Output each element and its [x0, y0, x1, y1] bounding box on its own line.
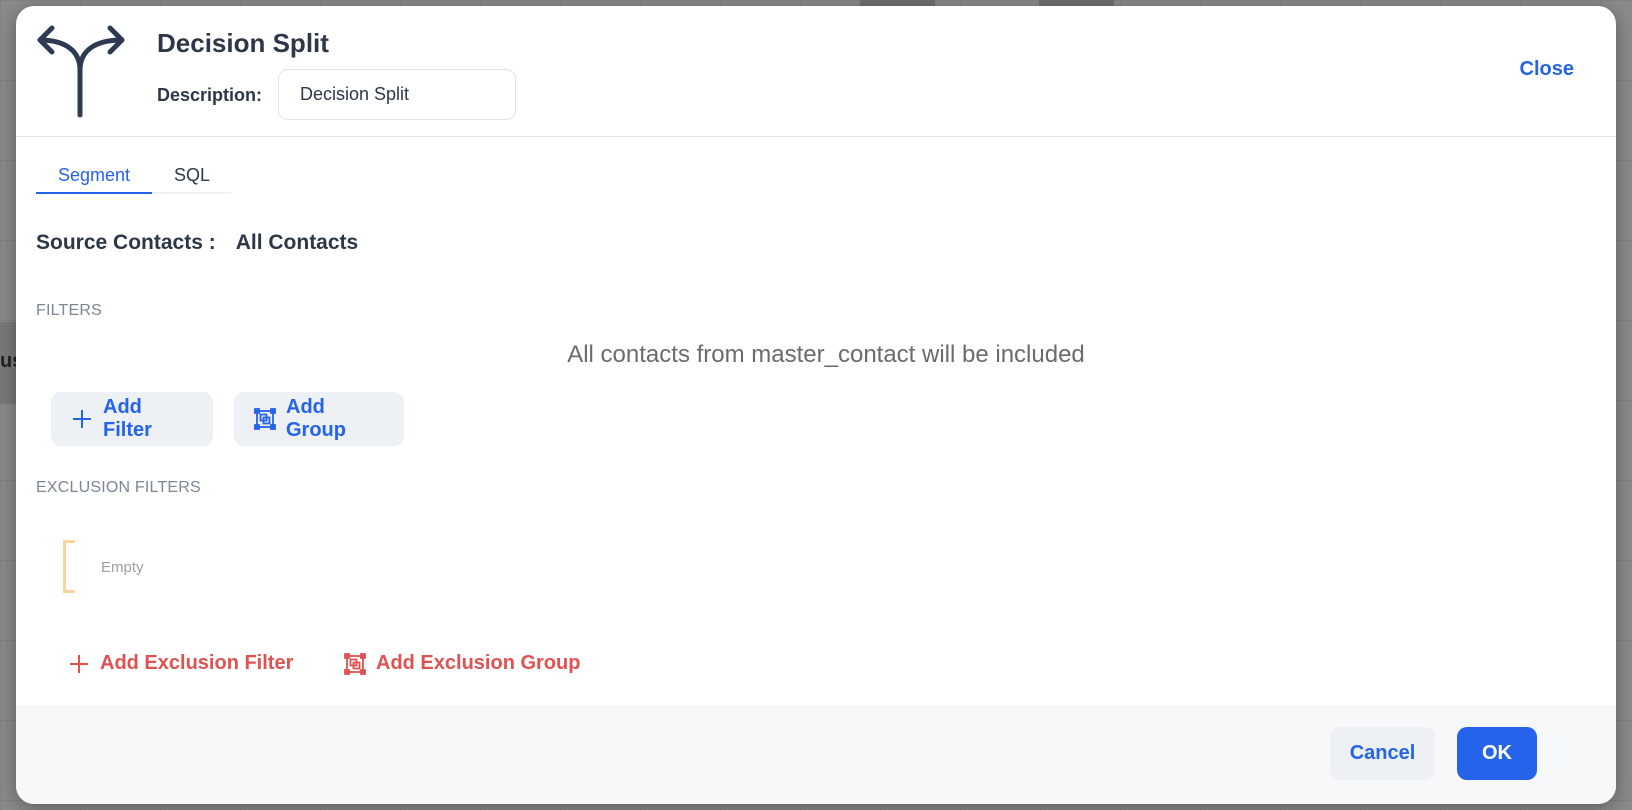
modal-header: Decision Split Description: Close [16, 6, 1616, 137]
cancel-button[interactable]: Cancel [1330, 727, 1435, 780]
plus-icon [71, 408, 93, 430]
exclusion-filters-section-label: EXCLUSION FILTERS [36, 479, 201, 496]
add-group-button[interactable]: Add Group [234, 392, 404, 446]
add-filter-label: Add Filter [103, 396, 152, 441]
tab-segment[interactable]: Segment [36, 151, 153, 194]
ok-button[interactable]: OK [1457, 727, 1537, 780]
add-filter-button[interactable]: Add Filter [51, 392, 213, 446]
close-button[interactable]: Close [1520, 58, 1574, 81]
group-icon [344, 652, 366, 675]
tab-sql[interactable]: SQL [152, 151, 232, 194]
add-exclusion-filter-button[interactable]: Add Exclusion Filter [68, 652, 293, 675]
description-label: Description: [157, 85, 263, 105]
source-contacts-label: Source Contacts : [36, 231, 216, 254]
decision-split-modal: Decision Split Description: Close Segmen… [16, 6, 1616, 804]
exclusion-empty-label: Empty [101, 559, 144, 576]
add-exclusion-filter-label: Add Exclusion Filter [100, 652, 294, 674]
filters-section-label: FILTERS [36, 302, 103, 319]
add-exclusion-group-button[interactable]: Add Exclusion Group [344, 652, 580, 675]
add-group-label: Add Group [286, 396, 346, 441]
source-contacts-row: Source Contacts : All Contacts [36, 231, 358, 255]
exclusion-group-bracket [63, 540, 75, 593]
add-exclusion-group-label: Add Exclusion Group [376, 652, 581, 674]
filters-empty-message: All contacts from master_contact will be… [567, 341, 1085, 368]
group-icon [254, 408, 276, 430]
modal-title: Decision Split [157, 28, 329, 58]
description-input[interactable] [278, 69, 516, 120]
plus-icon [68, 653, 90, 675]
split-arrows-icon [34, 20, 134, 124]
source-contacts-value[interactable]: All Contacts [236, 231, 359, 254]
tab-bar: Segment SQL [36, 151, 231, 194]
modal-footer: Cancel OK [16, 705, 1616, 804]
